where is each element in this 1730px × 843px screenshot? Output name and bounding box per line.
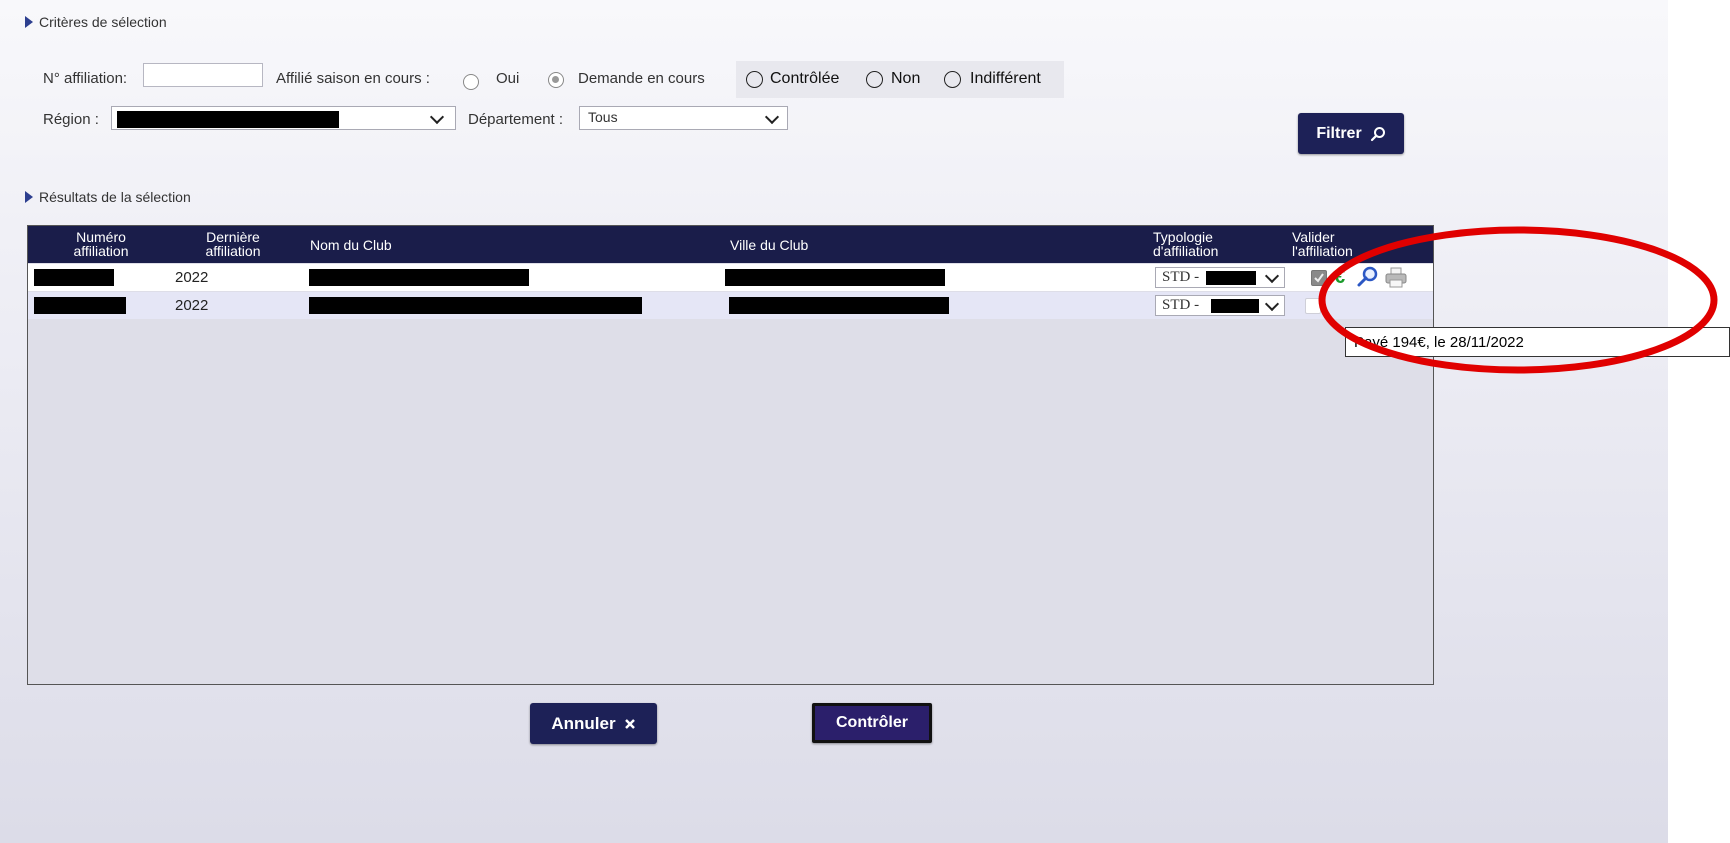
table-row[interactable]: 2022 STD - [28, 292, 1433, 319]
col-derniere-affiliation: Dernière affiliation [205, 229, 261, 259]
results-section-title[interactable]: Résultats de la sélection [25, 189, 191, 205]
chevron-down-icon [764, 109, 780, 125]
derniere-affiliation-cell: 2022 [175, 269, 209, 286]
filter-button[interactable]: Filtrer [1298, 113, 1404, 154]
criteria-section-title[interactable]: Critères de sélection [25, 14, 167, 30]
filter-button-label: Filtrer [1316, 124, 1362, 142]
season-label: Affilié saison en cours : [276, 70, 430, 87]
typologie-select[interactable]: STD - [1155, 267, 1285, 288]
control-button[interactable]: Contrôler [812, 703, 932, 743]
col-typologie: Typologie d'affiliation [1153, 229, 1219, 259]
redacted-ville [725, 269, 945, 286]
control-button-label: Contrôler [836, 714, 908, 731]
radio-indifferent-label: Indifférent [970, 70, 1041, 87]
typologie-select[interactable]: STD - [1155, 295, 1285, 316]
search-icon [1370, 126, 1385, 141]
redacted-typologie [1211, 299, 1259, 313]
departement-value: Tous [588, 109, 618, 125]
results-table: Numéro affiliation Dernière affiliation No… [27, 225, 1434, 685]
region-label: Région : [43, 111, 99, 128]
typologie-value: STD - [1162, 297, 1200, 313]
departement-select[interactable]: Tous [579, 106, 788, 130]
expand-triangle-icon [25, 191, 33, 203]
typologie-value: STD - [1162, 269, 1200, 285]
col-numero-affiliation: Numéro affiliation [73, 229, 129, 259]
results-title-label: Résultats de la sélection [39, 189, 191, 205]
chevron-down-icon [429, 109, 445, 125]
redacted-region [117, 111, 339, 128]
col-nom-club: Nom du Club [310, 237, 392, 253]
redacted-typologie [1206, 271, 1256, 285]
region-select[interactable] [111, 106, 456, 130]
affiliation-number-label: N° affiliation: [43, 70, 128, 87]
radio-non[interactable] [866, 71, 883, 88]
radio-controlee-label: Contrôlée [770, 70, 840, 87]
radio-oui-label: Oui [496, 70, 520, 87]
criteria-title-label: Critères de sélection [39, 14, 167, 30]
cancel-button-label: Annuler [551, 713, 616, 733]
cancel-button[interactable]: Annuler [530, 703, 657, 744]
redacted-numero [34, 269, 114, 286]
redacted-nom [309, 269, 529, 286]
table-header: Numéro affiliation Dernière affiliation No… [28, 226, 1433, 263]
redacted-nom [309, 297, 642, 314]
radio-controlee[interactable] [746, 71, 763, 88]
highlight-circle [1318, 226, 1718, 374]
affiliation-number-input[interactable] [143, 63, 263, 87]
close-icon [624, 718, 635, 729]
expand-triangle-icon [25, 16, 33, 28]
radio-oui[interactable] [463, 74, 479, 90]
redacted-ville [729, 297, 949, 314]
radio-demande-label: Demande en cours [578, 70, 705, 87]
chevron-down-icon [1264, 296, 1280, 312]
radio-demande-en-cours[interactable] [548, 72, 564, 88]
redacted-numero [34, 297, 126, 314]
derniere-affiliation-cell: 2022 [175, 297, 209, 314]
departement-label: Département : [468, 111, 564, 128]
radio-non-label: Non [891, 70, 921, 87]
col-ville-club: Ville du Club [730, 237, 809, 253]
radio-indifferent[interactable] [944, 71, 961, 88]
chevron-down-icon [1264, 268, 1280, 284]
table-row[interactable]: 2022 STD - € [28, 264, 1433, 291]
